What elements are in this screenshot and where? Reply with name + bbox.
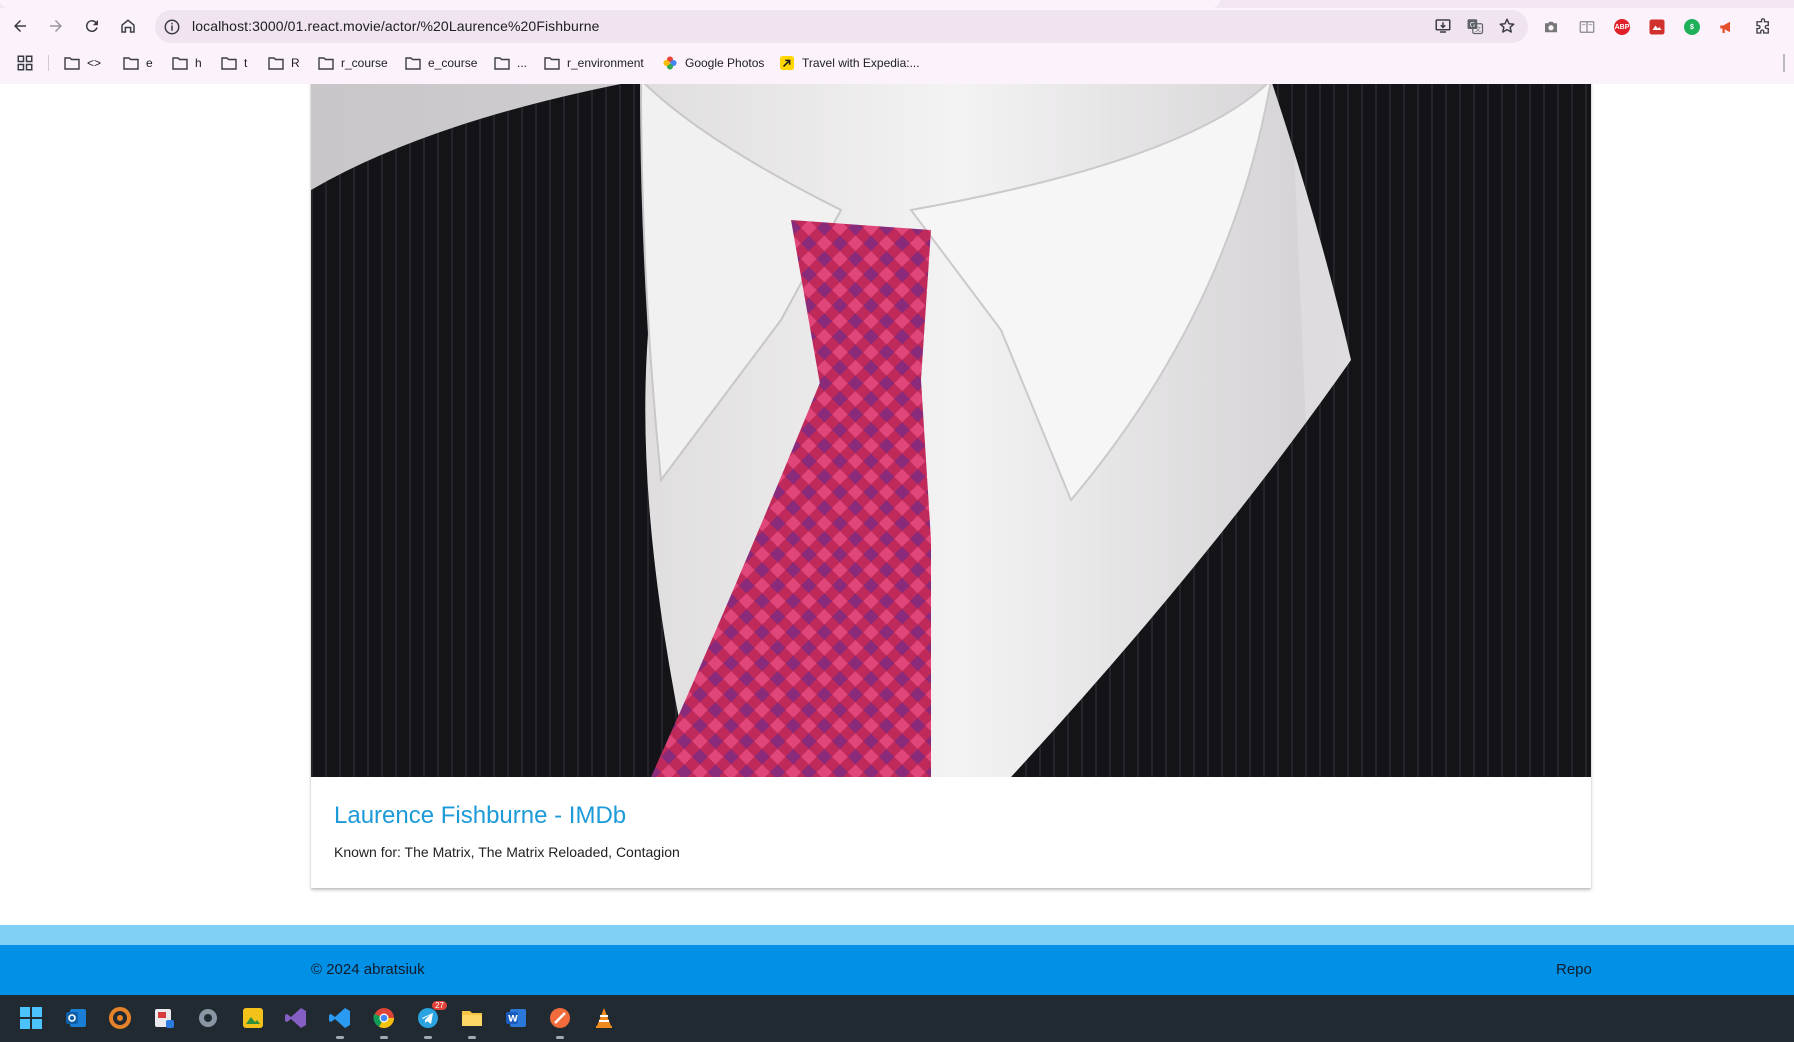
back-icon (14, 20, 26, 32)
photo-editor-icon[interactable] (240, 1005, 266, 1031)
word-icon[interactable]: W (503, 1005, 529, 1031)
bookmark-star-icon[interactable] (1498, 17, 1516, 35)
home-button[interactable] (112, 10, 144, 42)
translate-icon[interactable]: G文 (1466, 17, 1484, 35)
red-extension-icon[interactable] (1648, 18, 1666, 36)
megaphone-icon[interactable] (1718, 18, 1736, 36)
page-footer: © 2024 abratsiuk Repo (0, 945, 1794, 995)
vlc-icon[interactable] (591, 1005, 617, 1031)
footer-accent-strip (0, 925, 1794, 945)
windows-start-icon[interactable] (18, 1005, 44, 1031)
forward-icon (50, 20, 62, 32)
visual-studio-icon[interactable] (283, 1005, 309, 1031)
folder-icon (64, 57, 80, 70)
copyright-text: © 2024 abratsiuk (311, 961, 425, 978)
reading-mode-icon[interactable] (1578, 18, 1596, 36)
reload-button[interactable] (76, 10, 108, 42)
folder-icon (268, 57, 284, 70)
running-indicator (556, 1036, 564, 1039)
reload-icon (85, 20, 98, 33)
telegram-badge: 27 (432, 1001, 447, 1010)
bookmark-folder[interactable]: r_course (318, 54, 388, 72)
actor-imdb-link[interactable]: Laurence Fishburne - IMDb (334, 802, 626, 830)
running-indicator (380, 1036, 388, 1039)
folder-icon (221, 57, 237, 70)
green-extension-icon[interactable]: $ (1684, 19, 1700, 35)
folder-icon (318, 57, 334, 70)
active-tab[interactable] (0, 0, 1220, 8)
orange-app-icon[interactable] (547, 1005, 573, 1039)
url-text[interactable]: localhost:3000/01.react.movie/actor/%20L… (192, 18, 599, 34)
vscode-icon[interactable] (327, 1005, 353, 1039)
home-icon (121, 19, 135, 33)
camera-icon[interactable] (1542, 18, 1560, 36)
back-button[interactable] (4, 10, 36, 42)
address-bar[interactable]: localhost:3000/01.react.movie/actor/%20L… (155, 10, 1528, 43)
actor-card: Laurence Fishburne - IMDb Known for: The… (311, 84, 1591, 888)
folder-icon (544, 57, 560, 70)
bookmark-folder[interactable]: R (268, 54, 300, 72)
bookmark-folder[interactable]: h (172, 54, 202, 72)
running-indicator (468, 1036, 476, 1039)
extensions-puzzle-icon[interactable] (1754, 18, 1772, 36)
adblock-icon[interactable]: ABP (1614, 19, 1630, 35)
running-indicator (424, 1036, 432, 1039)
folder-icon (123, 57, 139, 70)
bookmark-folder[interactable]: e (123, 54, 153, 72)
bookmark-google-photos[interactable]: Google Photos (662, 54, 764, 72)
telegram-icon[interactable]: 27 (415, 1001, 447, 1039)
actor-photo (311, 84, 1591, 777)
svg-text:W: W (508, 1015, 518, 1025)
bookmarks-overflow-icon[interactable] (1780, 54, 1788, 72)
outlook-icon[interactable] (63, 1005, 89, 1031)
extensions-bar: ABP $ (1542, 18, 1772, 36)
page-content: Laurence Fishburne - IMDb Known for: The… (0, 84, 1794, 995)
site-info-icon[interactable] (163, 18, 181, 36)
install-app-icon[interactable] (1434, 17, 1452, 35)
svg-text:文: 文 (1475, 26, 1481, 34)
google-photos-icon (663, 56, 677, 70)
bookmark-folder[interactable]: r_environment (544, 54, 644, 72)
repo-link[interactable]: Repo (1556, 961, 1592, 978)
bookmark-expedia[interactable]: Travel with Expedia:... (779, 54, 920, 72)
expedia-icon (780, 56, 794, 70)
folder-icon (494, 57, 510, 70)
folder-icon (172, 57, 188, 70)
folder-icon (405, 57, 421, 70)
windows-taskbar: 27 W (0, 995, 1794, 1042)
tab-strip (0, 0, 1794, 8)
bookmarks-bar: <> e h t R r_course e_course ... r_envir… (0, 48, 1794, 78)
actor-photo-illustration (311, 84, 1591, 777)
bookmark-folder[interactable]: ... (494, 54, 527, 72)
known-for-text: Known for: The Matrix, The Matrix Reload… (334, 844, 680, 860)
browser-toolbar: localhost:3000/01.react.movie/actor/%20L… (0, 8, 1794, 44)
bookmark-folder[interactable]: t (221, 54, 247, 72)
settings-icon[interactable] (195, 1005, 221, 1031)
bookmarks-separator (48, 55, 49, 71)
running-indicator (336, 1036, 344, 1039)
forward-button[interactable] (40, 10, 72, 42)
browser-chrome: localhost:3000/01.react.movie/actor/%20L… (0, 0, 1794, 84)
chrome-icon[interactable] (371, 1005, 397, 1039)
file-explorer-icon[interactable] (459, 1005, 485, 1039)
apps-grid-icon[interactable] (16, 54, 34, 72)
bookmark-folder[interactable]: <> (64, 54, 101, 72)
app-swirl-icon[interactable] (107, 1005, 133, 1031)
bookmark-folder[interactable]: e_course (405, 54, 477, 72)
snipping-tool-icon[interactable] (151, 1005, 177, 1031)
